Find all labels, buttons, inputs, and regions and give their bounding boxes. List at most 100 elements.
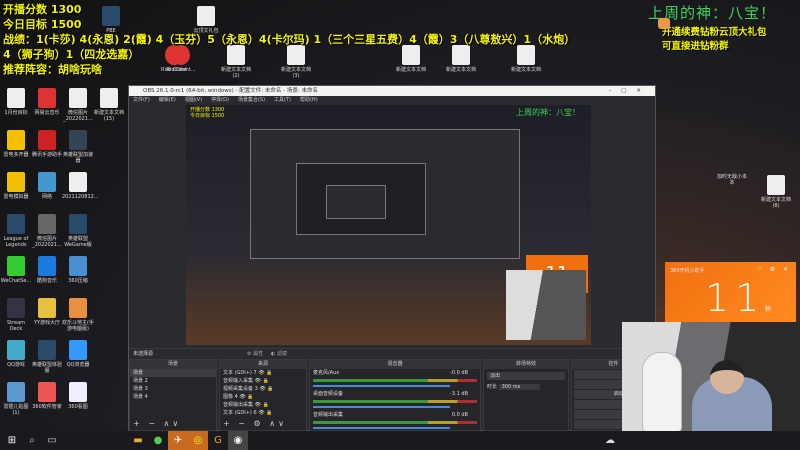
menu-item[interactable]: 工具(T): [274, 97, 291, 103]
menu-item[interactable]: 视图(V): [185, 97, 202, 103]
volume-slider[interactable]: [313, 427, 450, 429]
source-item[interactable]: 音频输入采集 👁 🔒: [220, 377, 306, 385]
desktop-icon-label: 360压缩: [68, 278, 88, 284]
desktop-icon[interactable]: 网易云音乐: [31, 88, 63, 116]
file-explorer-icon[interactable]: ▬: [128, 431, 148, 450]
source-item[interactable]: 文本 (GDI+) 6 👁 🔒: [220, 409, 306, 417]
volume-slider[interactable]: [313, 406, 450, 408]
desktop-icon-label: 微信图片_2022021...: [63, 110, 93, 122]
visibility-lock-icons[interactable]: 👁 🔒: [238, 394, 253, 400]
desktop-icon[interactable]: QQ游戏: [0, 340, 32, 368]
desktop-icon[interactable]: League of Legends: [0, 214, 32, 248]
desktop-icon-glyph: [69, 130, 87, 150]
visibility-lock-icons[interactable]: 👁 🔒: [257, 410, 272, 416]
desktop-icon[interactable]: 酷狗音乐: [31, 256, 63, 284]
desktop-icon-label: 酷狗音乐: [36, 278, 57, 284]
desktop-icon-glyph: [69, 88, 87, 108]
mixer-dock: 混音器 麦克风/Aux -0.0 dB 桌面音频设备 -3.1 dB 音频输出采集 0.0…: [309, 359, 481, 431]
mixer-channel-name: 桌面音频设备: [313, 391, 344, 397]
scene-item[interactable]: 场景: [130, 369, 216, 377]
desktop-icon[interactable]: 微信图片_2022021...: [62, 88, 94, 122]
desktop-icon[interactable]: 英雄联盟加速器: [62, 130, 94, 164]
desktop-icon[interactable]: Stream Deck: [0, 298, 32, 332]
desktop-icon-label: 腾讯手游助手: [31, 152, 62, 158]
desktop-icon-label: League of Legends: [3, 236, 29, 248]
source-item[interactable]: 音频输出采集 👁 🔒: [220, 401, 306, 409]
visibility-lock-icons[interactable]: 👁 🔒: [253, 378, 269, 384]
menu-item[interactable]: 编辑(E): [159, 97, 176, 103]
desktop-icon[interactable]: WeChatSe...: [0, 256, 32, 284]
timer-value: 11: [705, 276, 766, 320]
scene-add-remove[interactable]: + − ∧∨: [133, 419, 181, 428]
app-icon[interactable]: ✈: [168, 431, 188, 450]
desktop-icon[interactable]: 腾讯手游助手: [31, 130, 63, 158]
recommended-comp: 推荐阵容：胡啥玩啥: [3, 63, 102, 76]
mixer-channel-name: 音频输出采集: [313, 412, 344, 418]
obs-taskbar-icon[interactable]: ◉: [228, 431, 248, 450]
desktop-icon-label: 雷霆儿贴图(1): [3, 404, 29, 416]
desktop-icon[interactable]: 360看图: [62, 382, 94, 410]
desktop-icon[interactable]: 微信图片_2022021...: [31, 214, 63, 248]
app-icon[interactable]: ●: [148, 431, 168, 450]
desktop-icon[interactable]: 2021120812...: [62, 172, 99, 200]
search-icon[interactable]: ⌕: [22, 431, 42, 450]
task-view-icon[interactable]: ▭: [42, 431, 62, 450]
desktop-icon-label: 网络: [41, 194, 52, 200]
desktop-icon[interactable]: 英雄联盟体验服: [31, 340, 63, 374]
desktop-icon[interactable]: 雷电模拟器: [0, 172, 32, 200]
desktop-icon-glyph: [7, 256, 25, 276]
volume-slider[interactable]: [313, 385, 450, 387]
desktop-icon-glyph: [38, 256, 56, 276]
desktop-icon[interactable]: 英雄联盟WeGame版: [62, 214, 94, 248]
scene-item[interactable]: 场景 3: [130, 385, 216, 393]
scene-item[interactable]: 场景 4: [130, 393, 216, 401]
app-icon[interactable]: ◎: [188, 431, 208, 450]
menu-item[interactable]: 场景集合(S): [238, 97, 265, 103]
desktop-icon-glyph: [7, 214, 25, 234]
desktop-icon-glyph: [69, 214, 87, 234]
desktop-icon[interactable]: 新建文本文档(15): [93, 88, 125, 122]
desktop-icon-label: 1月份目标: [4, 110, 28, 116]
app-icon[interactable]: G: [208, 431, 228, 450]
menu-item[interactable]: 文件(F): [133, 97, 150, 103]
desktop-icon[interactable]: 加时无敌小本本: [716, 152, 748, 186]
source-item[interactable]: 视频采集设备 3 👁 🔒: [220, 385, 306, 393]
desktop-icon[interactable]: 雷电多开器: [0, 130, 32, 158]
desktop-icon[interactable]: YY游戏大厅: [31, 298, 63, 326]
obs-titlebar: OBS 26.1.0-rc1 (64-bit, windows) - 配置文件:…: [129, 86, 655, 96]
source-item[interactable]: 图像 4 👁 🔒: [220, 393, 306, 401]
menu-item[interactable]: 帮助(H): [300, 97, 318, 103]
timer-close-icon[interactable]: ♡ ⚙ ✕: [756, 266, 791, 273]
desktop-icon[interactable]: 1月份目标: [0, 88, 32, 116]
desktop-icon[interactable]: 欢乐斗地主(手游电脑版): [62, 298, 94, 332]
window-controls[interactable]: –□✕: [608, 86, 651, 96]
scenes-dock: 场景 场景 场景 2 场景 3 场景 4 + − ∧∨: [129, 359, 217, 431]
visibility-lock-icons[interactable]: 👁 🔒: [258, 386, 273, 392]
desktop-icon[interactable]: 新建文本文档(8): [760, 175, 792, 209]
obs-preview[interactable]: 11 开播分数 1300今日目标 1500 上周的神：八宝！: [186, 105, 591, 345]
desktop-icon[interactable]: QQ浏览器: [62, 340, 94, 368]
visibility-lock-icons[interactable]: 👁 🔒: [257, 370, 272, 376]
desktop-icon-glyph: [7, 130, 25, 150]
obs-window: OBS 26.1.0-rc1 (64-bit, windows) - 配置文件:…: [128, 85, 656, 431]
weather-icon[interactable]: ☁: [600, 431, 620, 450]
start-icon[interactable]: ⊞: [2, 431, 22, 450]
filters-button[interactable]: ◐ 滤镜: [271, 349, 287, 359]
menu-item[interactable]: 停靠(D): [211, 97, 229, 103]
source-add-remove[interactable]: + − ⚙ ∧∨: [223, 419, 287, 428]
mixer-db: -3.1 dB: [450, 391, 468, 397]
desktop-icon-label: 英雄联盟WeGame版: [64, 236, 92, 248]
source-toolbar: 未选择源 ⚙ 属性 ◐ 滤镜: [129, 348, 655, 358]
duration-input[interactable]: 300 ms: [498, 384, 541, 390]
desktop-icon[interactable]: 360软件管家: [31, 382, 63, 410]
desktop-icon[interactable]: 雷霆儿贴图(1): [0, 382, 32, 416]
scene-item[interactable]: 场景 2: [130, 377, 216, 385]
daily-goal: 今日目标 1500: [3, 18, 82, 31]
properties-button[interactable]: ⚙ 属性: [247, 349, 263, 359]
transition-select[interactable]: 淡出: [487, 372, 565, 380]
desktop-icon-label: Stream Deck: [6, 320, 26, 332]
desktop-icon[interactable]: 网络: [31, 172, 63, 200]
desktop-icon[interactable]: 360压缩: [62, 256, 94, 284]
source-item[interactable]: 文本 (GDI+) 7 👁 🔒: [220, 369, 306, 377]
visibility-lock-icons[interactable]: 👁 🔒: [253, 402, 269, 408]
